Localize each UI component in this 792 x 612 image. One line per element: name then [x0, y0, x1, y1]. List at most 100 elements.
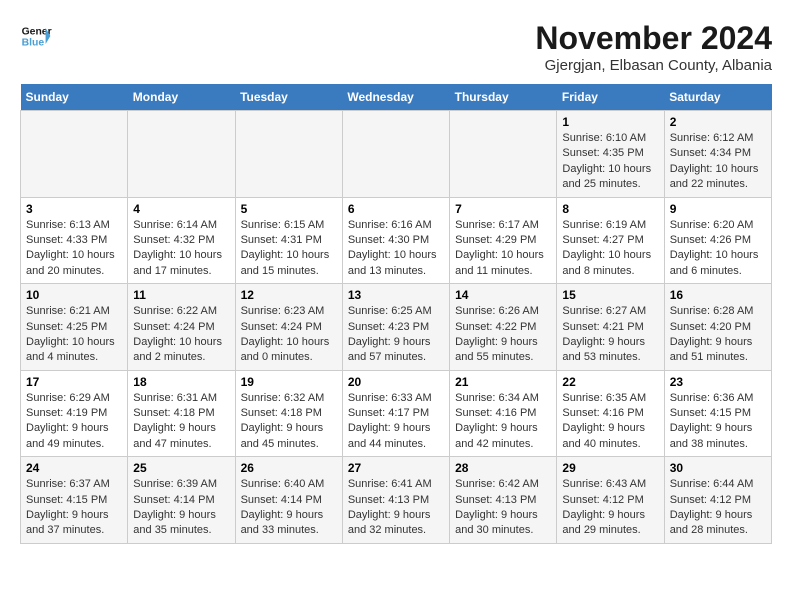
day-detail: Sunrise: 6:13 AMSunset: 4:33 PMDaylight:…	[26, 218, 122, 280]
day-detail: Sunrise: 6:12 AMSunset: 4:34 PMDaylight:…	[670, 131, 766, 193]
day-number: 23	[670, 375, 766, 389]
day-detail: Sunrise: 6:32 AMSunset: 4:18 PMDaylight:…	[241, 391, 337, 453]
day-detail: Sunrise: 6:44 AMSunset: 4:12 PMDaylight:…	[670, 477, 766, 539]
subtitle: Gjergjan, Elbasan County, Albania	[535, 57, 772, 74]
weekday-header: Saturday	[664, 84, 771, 111]
calendar-cell: 15 Sunrise: 6:27 AMSunset: 4:21 PMDayligh…	[557, 284, 664, 371]
day-number: 27	[348, 461, 444, 475]
calendar-cell: 12 Sunrise: 6:23 AMSunset: 4:24 PMDayligh…	[235, 284, 342, 371]
day-number: 8	[562, 202, 658, 216]
day-number: 12	[241, 288, 337, 302]
day-number: 22	[562, 375, 658, 389]
day-number: 16	[670, 288, 766, 302]
day-detail: Sunrise: 6:10 AMSunset: 4:35 PMDaylight:…	[562, 131, 658, 193]
day-number: 26	[241, 461, 337, 475]
calendar-cell: 8Sunrise: 6:19 AMSunset: 4:27 PMDaylight…	[557, 197, 664, 284]
day-number: 14	[455, 288, 551, 302]
day-number: 18	[133, 375, 229, 389]
day-detail: Sunrise: 6:22 AMSunset: 4:24 PMDaylight:…	[133, 304, 229, 366]
calendar-cell: 28 Sunrise: 6:42 AMSunset: 4:13 PMDayligh…	[450, 457, 557, 544]
calendar-cell: 14 Sunrise: 6:26 AMSunset: 4:22 PMDayligh…	[450, 284, 557, 371]
weekday-header: Sunday	[21, 84, 128, 111]
day-detail: Sunrise: 6:33 AMSunset: 4:17 PMDaylight:…	[348, 391, 444, 453]
day-detail: Sunrise: 6:29 AMSunset: 4:19 PMDaylight:…	[26, 391, 122, 453]
day-number: 19	[241, 375, 337, 389]
weekday-header: Tuesday	[235, 84, 342, 111]
day-detail: Sunrise: 6:27 AMSunset: 4:21 PMDaylight:…	[562, 304, 658, 366]
logo-icon: General Blue	[20, 20, 52, 52]
calendar-cell: 21 Sunrise: 6:34 AMSunset: 4:16 PMDayligh…	[450, 370, 557, 457]
calendar-cell: 20 Sunrise: 6:33 AMSunset: 4:17 PMDayligh…	[342, 370, 449, 457]
calendar-cell	[21, 111, 128, 198]
calendar-cell: 16 Sunrise: 6:28 AMSunset: 4:20 PMDayligh…	[664, 284, 771, 371]
svg-text:Blue: Blue	[22, 38, 45, 49]
calendar-cell: 27 Sunrise: 6:41 AMSunset: 4:13 PMDayligh…	[342, 457, 449, 544]
logo: General Blue	[20, 20, 52, 52]
day-number: 6	[348, 202, 444, 216]
day-detail: Sunrise: 6:21 AMSunset: 4:25 PMDaylight:…	[26, 304, 122, 366]
day-detail: Sunrise: 6:17 AMSunset: 4:29 PMDaylight:…	[455, 218, 551, 280]
day-number: 11	[133, 288, 229, 302]
calendar-cell: 10 Sunrise: 6:21 AMSunset: 4:25 PMDayligh…	[21, 284, 128, 371]
day-number: 3	[26, 202, 122, 216]
day-detail: Sunrise: 6:16 AMSunset: 4:30 PMDaylight:…	[348, 218, 444, 280]
day-detail: Sunrise: 6:42 AMSunset: 4:13 PMDaylight:…	[455, 477, 551, 539]
day-detail: Sunrise: 6:26 AMSunset: 4:22 PMDaylight:…	[455, 304, 551, 366]
day-number: 28	[455, 461, 551, 475]
day-detail: Sunrise: 6:14 AMSunset: 4:32 PMDaylight:…	[133, 218, 229, 280]
day-number: 30	[670, 461, 766, 475]
weekday-header: Thursday	[450, 84, 557, 111]
weekday-header: Monday	[128, 84, 235, 111]
calendar-cell: 1Sunrise: 6:10 AMSunset: 4:35 PMDaylight…	[557, 111, 664, 198]
day-number: 5	[241, 202, 337, 216]
calendar-cell	[235, 111, 342, 198]
day-detail: Sunrise: 6:36 AMSunset: 4:15 PMDaylight:…	[670, 391, 766, 453]
day-detail: Sunrise: 6:37 AMSunset: 4:15 PMDaylight:…	[26, 477, 122, 539]
day-number: 10	[26, 288, 122, 302]
weekday-header: Friday	[557, 84, 664, 111]
day-number: 15	[562, 288, 658, 302]
day-number: 29	[562, 461, 658, 475]
day-number: 13	[348, 288, 444, 302]
title-area: November 2024 Gjergjan, Elbasan County, …	[535, 20, 772, 74]
day-detail: Sunrise: 6:15 AMSunset: 4:31 PMDaylight:…	[241, 218, 337, 280]
weekday-header: Wednesday	[342, 84, 449, 111]
day-detail: Sunrise: 6:34 AMSunset: 4:16 PMDaylight:…	[455, 391, 551, 453]
calendar-cell: 26 Sunrise: 6:40 AMSunset: 4:14 PMDayligh…	[235, 457, 342, 544]
day-detail: Sunrise: 6:23 AMSunset: 4:24 PMDaylight:…	[241, 304, 337, 366]
calendar-cell	[450, 111, 557, 198]
calendar-cell: 7 Sunrise: 6:17 AMSunset: 4:29 PMDaylight…	[450, 197, 557, 284]
calendar-cell: 4 Sunrise: 6:14 AMSunset: 4:32 PMDaylight…	[128, 197, 235, 284]
calendar-cell	[342, 111, 449, 198]
day-number: 20	[348, 375, 444, 389]
day-number: 21	[455, 375, 551, 389]
calendar-cell: 5 Sunrise: 6:15 AMSunset: 4:31 PMDaylight…	[235, 197, 342, 284]
calendar-cell: 18Sunrise: 6:31 AMSunset: 4:18 PMDayligh…	[128, 370, 235, 457]
day-detail: Sunrise: 6:40 AMSunset: 4:14 PMDaylight:…	[241, 477, 337, 539]
calendar-cell: 25 Sunrise: 6:39 AMSunset: 4:14 PMDayligh…	[128, 457, 235, 544]
calendar-cell: 29 Sunrise: 6:43 AMSunset: 4:12 PMDayligh…	[557, 457, 664, 544]
day-number: 17	[26, 375, 122, 389]
main-title: November 2024	[535, 20, 772, 57]
day-number: 9	[670, 202, 766, 216]
day-number: 7	[455, 202, 551, 216]
calendar-cell: 11 Sunrise: 6:22 AMSunset: 4:24 PMDayligh…	[128, 284, 235, 371]
day-detail: Sunrise: 6:28 AMSunset: 4:20 PMDaylight:…	[670, 304, 766, 366]
page-header: General Blue November 2024 Gjergjan, Elb…	[20, 20, 772, 74]
day-detail: Sunrise: 6:39 AMSunset: 4:14 PMDaylight:…	[133, 477, 229, 539]
calendar-cell: 30 Sunrise: 6:44 AMSunset: 4:12 PMDayligh…	[664, 457, 771, 544]
calendar-cell: 17 Sunrise: 6:29 AMSunset: 4:19 PMDayligh…	[21, 370, 128, 457]
calendar-cell	[128, 111, 235, 198]
day-number: 4	[133, 202, 229, 216]
calendar-cell: 6 Sunrise: 6:16 AMSunset: 4:30 PMDaylight…	[342, 197, 449, 284]
calendar-cell: 2 Sunrise: 6:12 AMSunset: 4:34 PMDaylight…	[664, 111, 771, 198]
day-detail: Sunrise: 6:41 AMSunset: 4:13 PMDaylight:…	[348, 477, 444, 539]
day-number: 25	[133, 461, 229, 475]
calendar-cell: 9Sunrise: 6:20 AMSunset: 4:26 PMDaylight…	[664, 197, 771, 284]
day-detail: Sunrise: 6:43 AMSunset: 4:12 PMDaylight:…	[562, 477, 658, 539]
calendar-cell: 22 Sunrise: 6:35 AMSunset: 4:16 PMDayligh…	[557, 370, 664, 457]
day-number: 2	[670, 115, 766, 129]
day-detail: Sunrise: 6:35 AMSunset: 4:16 PMDaylight:…	[562, 391, 658, 453]
calendar-cell: 23 Sunrise: 6:36 AMSunset: 4:15 PMDayligh…	[664, 370, 771, 457]
calendar-table: SundayMondayTuesdayWednesdayThursdayFrid…	[20, 84, 772, 544]
